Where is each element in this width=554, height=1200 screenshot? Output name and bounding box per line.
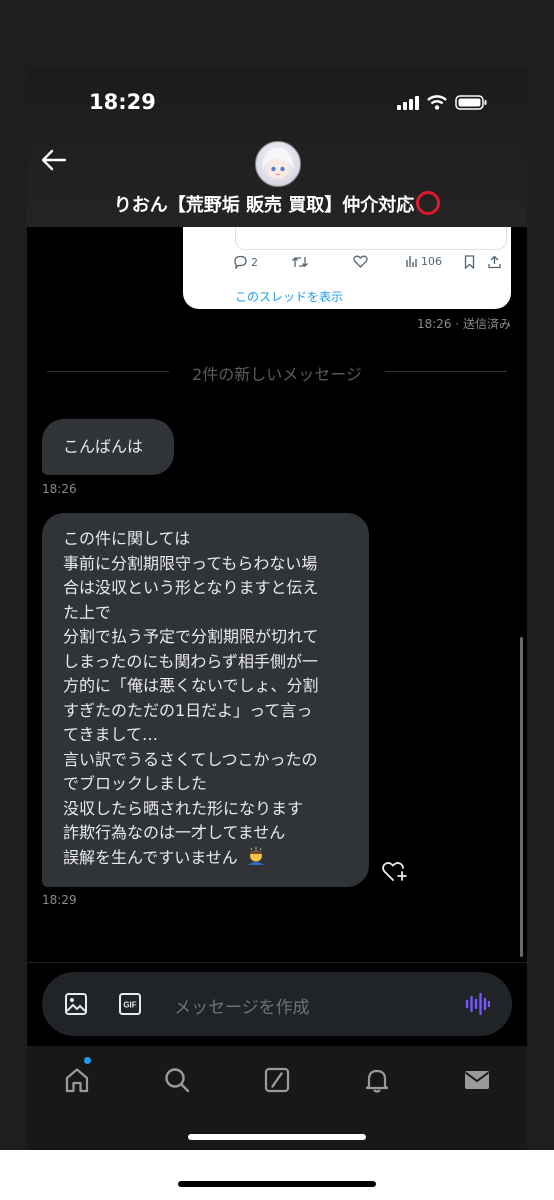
message-line: 言い訳でうるさくてしつこかったの bbox=[63, 749, 318, 769]
message-line: 没収したら晒された形になります bbox=[63, 798, 304, 818]
gif-icon: GIF bbox=[119, 993, 141, 1015]
composer-separator bbox=[27, 962, 527, 963]
arrow-left-icon bbox=[41, 149, 67, 171]
shared-tweet-card[interactable]: 2 106 このスレッドを表示 bbox=[183, 227, 511, 309]
heart-icon bbox=[353, 255, 368, 268]
notification-dot bbox=[84, 1057, 91, 1064]
title-text: りおん【荒野垢 販売 買取】仲介対応 bbox=[113, 195, 415, 216]
new-messages-divider: 2件の新しいメッセージ bbox=[47, 361, 507, 384]
signal-icon bbox=[397, 95, 419, 110]
message-line: 事前に分割期限守ってもらわない場 bbox=[63, 553, 318, 573]
svg-text:GIF: GIF bbox=[123, 1001, 136, 1010]
message-bubble[interactable]: こんばんは bbox=[42, 419, 174, 475]
message-line: 分割で払う予定で分割期限が切れて bbox=[63, 627, 319, 646]
wifi-icon bbox=[427, 95, 447, 110]
message-line: 方的に「俺は悪くないでしょ、分割 bbox=[63, 676, 319, 695]
screenshot-bottom-strip bbox=[0, 1150, 554, 1200]
reply-action[interactable]: 2 bbox=[233, 255, 258, 269]
image-icon bbox=[65, 993, 87, 1015]
bookmark-icon bbox=[464, 255, 475, 269]
message-line: た上で bbox=[63, 602, 112, 622]
message-line: しまったのにも関わらず相手側が一 bbox=[63, 651, 319, 671]
sent-timestamp: 18:26 · 送信済み bbox=[416, 317, 511, 331]
share-icon bbox=[488, 255, 501, 269]
message-time: 18:26 bbox=[42, 482, 77, 496]
reply-count: 2 bbox=[251, 255, 258, 269]
voice-message-button[interactable] bbox=[464, 991, 491, 1021]
tweet-media-frame bbox=[235, 227, 507, 250]
heart-plus-icon bbox=[382, 862, 407, 881]
conversation-title[interactable]: りおん【荒野垢 販売 買取】仲介対応 bbox=[27, 191, 527, 217]
message-time: 18:29 bbox=[42, 893, 77, 907]
reply-icon bbox=[234, 255, 247, 269]
tab-search[interactable] bbox=[157, 1060, 197, 1100]
divider-line-right bbox=[385, 371, 507, 372]
message-input[interactable]: メッセージを作成 bbox=[174, 993, 310, 1018]
bell-icon bbox=[365, 1069, 389, 1093]
tweet-actions: 2 106 bbox=[233, 255, 505, 275]
grok-icon bbox=[264, 1067, 290, 1093]
back-button[interactable] bbox=[41, 149, 67, 175]
share-action[interactable] bbox=[488, 255, 501, 269]
bowing-person-icon bbox=[247, 846, 264, 865]
new-messages-label: 2件の新しいメッセージ bbox=[192, 365, 362, 384]
avatar-illustration bbox=[262, 148, 294, 179]
voice-wave-icon bbox=[465, 992, 491, 1016]
views-icon bbox=[406, 256, 417, 267]
battery-icon bbox=[455, 95, 487, 110]
message-line: この件に関しては bbox=[63, 529, 191, 548]
image-button[interactable] bbox=[64, 992, 88, 1020]
conversation-header: 18:29 りおん【荒野垢 販売 買取】仲介対応 bbox=[27, 67, 527, 227]
bottom-tab-bar bbox=[27, 1046, 527, 1150]
message-bubble[interactable]: この件に関しては 事前に分割期限守ってもらわない場 合は没収という形となりますと… bbox=[42, 513, 369, 887]
views-action[interactable]: 106 bbox=[405, 255, 442, 268]
bookmark-action[interactable] bbox=[464, 255, 475, 269]
dm-screen: 18:29 りおん【荒野垢 販売 買取】仲介対応 2 106 このスレッドを表示… bbox=[27, 67, 527, 1150]
gif-button[interactable]: GIF bbox=[118, 992, 142, 1020]
message-text: こんばんは bbox=[63, 437, 144, 456]
envelope-icon bbox=[464, 1071, 490, 1089]
like-action[interactable] bbox=[353, 255, 368, 268]
message-line: 合は没収という形となりますと伝え bbox=[63, 578, 319, 597]
add-reaction-button[interactable] bbox=[381, 859, 409, 887]
message-line: てきまして… bbox=[63, 725, 159, 744]
message-line-text: 誤解を生んですいません bbox=[63, 847, 238, 867]
retweet-action[interactable] bbox=[291, 255, 309, 269]
status-time: 18:29 bbox=[89, 90, 156, 114]
red-circle-icon bbox=[416, 191, 441, 215]
avatar[interactable] bbox=[255, 141, 301, 187]
show-thread-link[interactable]: このスレッドを表示 bbox=[235, 288, 343, 305]
status-icons bbox=[397, 95, 487, 110]
message-line: でブロックしました bbox=[63, 774, 208, 793]
message-line: 詐欺行為なのは一才してません bbox=[63, 823, 286, 842]
tab-grok[interactable] bbox=[257, 1060, 297, 1100]
tab-home[interactable] bbox=[57, 1060, 97, 1100]
home-icon bbox=[65, 1068, 89, 1093]
home-indicator-bar bbox=[178, 1181, 376, 1187]
tab-messages[interactable] bbox=[457, 1060, 497, 1100]
message-line: 誤解を生んですいません bbox=[63, 846, 266, 871]
home-indicator bbox=[188, 1134, 366, 1140]
retweet-icon bbox=[292, 257, 308, 267]
message-composer: GIF メッセージを作成 bbox=[42, 972, 512, 1036]
message-line: すぎたのただの1日だよ」って言っ bbox=[63, 700, 313, 720]
search-icon bbox=[165, 1068, 190, 1093]
tab-notifications[interactable] bbox=[357, 1060, 397, 1100]
scrollbar[interactable] bbox=[520, 637, 523, 957]
views-count: 106 bbox=[421, 255, 442, 268]
